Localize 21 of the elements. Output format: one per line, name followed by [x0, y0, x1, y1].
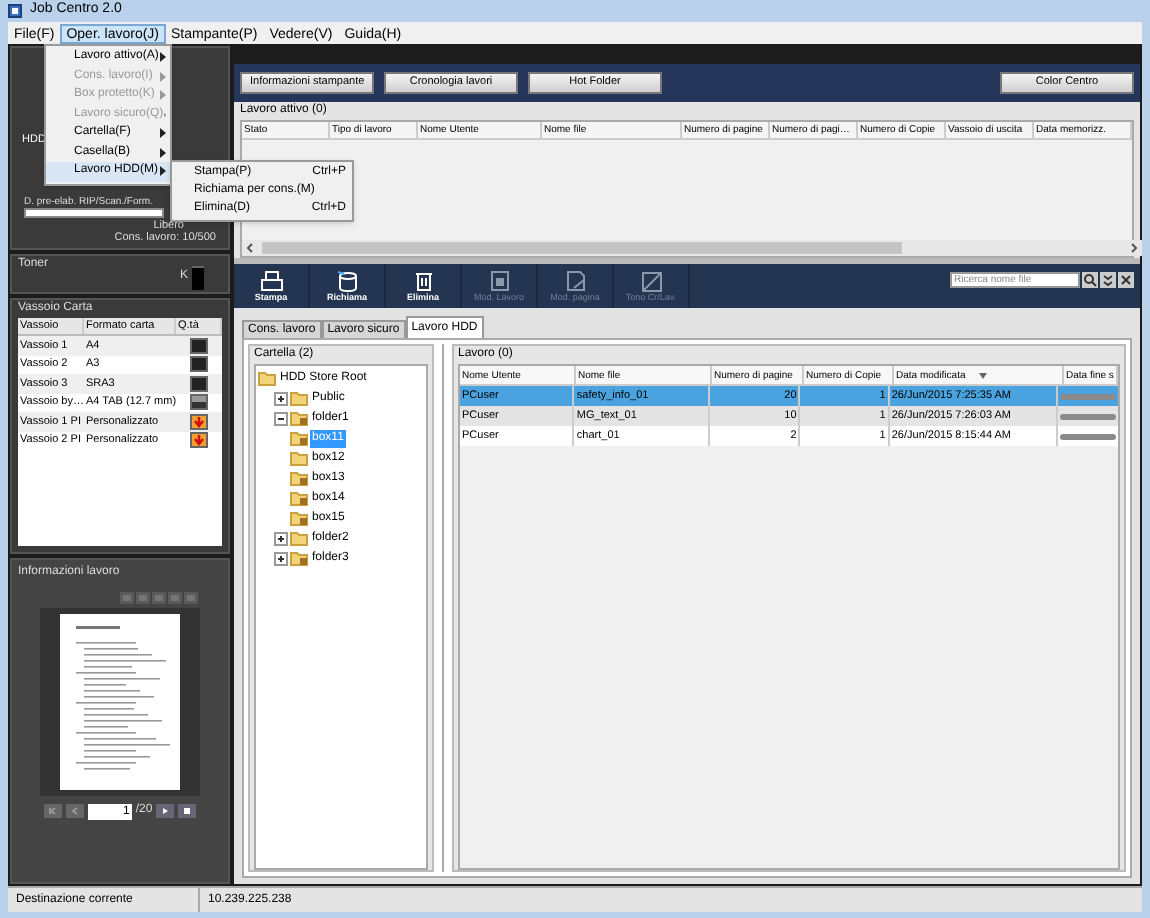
- tray-error-icon: [190, 432, 208, 449]
- page-edit-icon: [563, 269, 587, 291]
- blurred-bar: [1060, 393, 1116, 399]
- chevrons-down-icon: [1100, 272, 1116, 288]
- search-icon: [1082, 272, 1098, 288]
- blurred-bar: [1060, 413, 1116, 419]
- close-icon: [1118, 272, 1134, 288]
- previous-page-icon: [65, 804, 84, 818]
- app-icon: [8, 4, 22, 18]
- cylinder-icon: [335, 269, 359, 291]
- tray-error-icon: [190, 413, 208, 430]
- blurred-bar: [1060, 433, 1116, 439]
- first-page-icon: [43, 804, 62, 818]
- next-page-icon: [156, 804, 175, 818]
- usage-bar: [24, 208, 164, 218]
- last-page-icon: [178, 804, 197, 818]
- printer-icon: [259, 269, 283, 291]
- tray-partial-icon: [190, 394, 208, 411]
- document-icon: [487, 269, 511, 291]
- trash-icon: [411, 269, 435, 291]
- curve-icon: [639, 269, 663, 291]
